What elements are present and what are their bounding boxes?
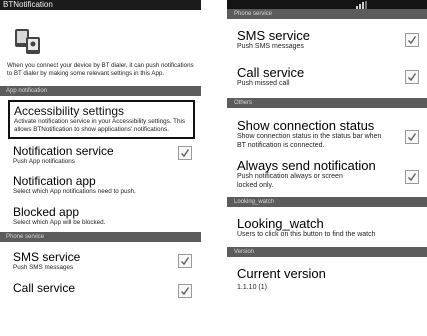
- notification-service-item[interactable]: Notification service Push App notificati…: [0, 144, 201, 166]
- section-header-version: Version: [227, 246, 427, 257]
- section-header-looking-watch: Looking_watch: [227, 197, 427, 207]
- always-send-notification-title: Always send notification: [237, 158, 376, 173]
- section-header-others: Others: [227, 98, 427, 108]
- current-version-title: Current version: [237, 265, 326, 281]
- sms-service-summary: Push SMS messages: [237, 43, 304, 50]
- checkmark-icon: [408, 36, 417, 45]
- sms-service-checkbox[interactable]: [405, 33, 419, 47]
- blocked-app-item[interactable]: Blocked app Select which App will be blo…: [0, 205, 201, 227]
- call-service-checkbox[interactable]: [405, 69, 419, 84]
- checkmark-icon: [181, 149, 190, 158]
- always-send-notification-item[interactable]: Always send notification Push notificati…: [227, 158, 427, 190]
- accessibility-settings-item[interactable]: Accessibility settings Activate notifica…: [8, 100, 195, 139]
- intro-area: When you connect your device by BT diale…: [0, 10, 201, 86]
- always-send-notification-checkbox[interactable]: [405, 170, 419, 184]
- call-service-summary: Push missed call: [237, 79, 290, 87]
- call-service-item[interactable]: Call service: [0, 281, 201, 298]
- sms-service-title: SMS service: [237, 28, 310, 43]
- show-connection-status-checkbox[interactable]: [405, 130, 419, 144]
- blocked-app-summary: Select which App will be blocked.: [13, 219, 106, 226]
- status-bar: [227, 0, 427, 9]
- app-title: BTNotification: [3, 0, 53, 9]
- sms-service-checkbox[interactable]: [178, 254, 192, 268]
- app-title-bar: BTNotification: [0, 0, 201, 10]
- current-version-value: 1.1.10 (1): [237, 283, 267, 291]
- section-header-phone-service: Phone service: [227, 9, 427, 19]
- intro-text: When you connect your device by BT diale…: [7, 62, 194, 77]
- accessibility-settings-title: Accessibility settings: [14, 104, 125, 118]
- notification-app-summary: Select which App notifications need to p…: [13, 188, 136, 195]
- call-service-title: Call service: [237, 64, 305, 80]
- looking-watch-title: Looking_watch: [237, 216, 324, 231]
- checkmark-icon: [408, 72, 417, 81]
- call-service-checkbox[interactable]: [178, 284, 192, 298]
- looking-watch-summary: Users to click on this button to find th…: [237, 231, 376, 238]
- section-header-app-notification: App notification: [0, 86, 201, 96]
- sms-service-title: SMS service: [13, 250, 81, 264]
- notification-service-title: Notification service: [13, 144, 114, 158]
- blocked-app-title: Blocked app: [13, 205, 80, 219]
- checkmark-icon: [181, 287, 190, 296]
- checkmark-icon: [181, 257, 190, 266]
- bt-notification-logo-icon: [15, 29, 40, 54]
- current-version-item[interactable]: Current version 1.1.10 (1): [227, 266, 427, 293]
- notification-app-item[interactable]: Notification app Select which App notifi…: [0, 174, 201, 196]
- always-send-notification-summary: Push notification always or screen locke…: [237, 173, 343, 189]
- checkmark-icon: [408, 173, 417, 182]
- notification-service-summary: Push App notifications: [13, 158, 75, 165]
- notification-service-checkbox[interactable]: [178, 146, 192, 160]
- right-phone-screen: Phone service SMS service Push SMS messa…: [227, 0, 427, 336]
- show-connection-status-title: Show connection status: [237, 118, 375, 133]
- sms-service-item[interactable]: SMS service Push SMS messages: [0, 250, 201, 272]
- section-header-phone-service: Phone service: [0, 232, 201, 242]
- sms-service-summary: Push SMS messages: [13, 264, 74, 271]
- left-phone-screen: BTNotification When you connect your dev…: [0, 0, 201, 336]
- checkmark-icon: [408, 133, 417, 142]
- looking-watch-item[interactable]: Looking_watch Users to click on this but…: [227, 216, 427, 240]
- call-service-title: Call service: [13, 281, 76, 295]
- signal-icon: [356, 1, 367, 9]
- show-connection-status-summary: Show connection status in the status bar…: [237, 133, 382, 149]
- show-connection-status-item[interactable]: Show connection status Show connection s…: [227, 118, 427, 150]
- sms-service-item[interactable]: SMS service Push SMS messages: [227, 28, 427, 52]
- notification-app-title: Notification app: [13, 174, 96, 188]
- call-service-item[interactable]: Call service Push missed call: [227, 65, 427, 89]
- accessibility-settings-summary: Activate notification service in your Ac…: [14, 118, 186, 133]
